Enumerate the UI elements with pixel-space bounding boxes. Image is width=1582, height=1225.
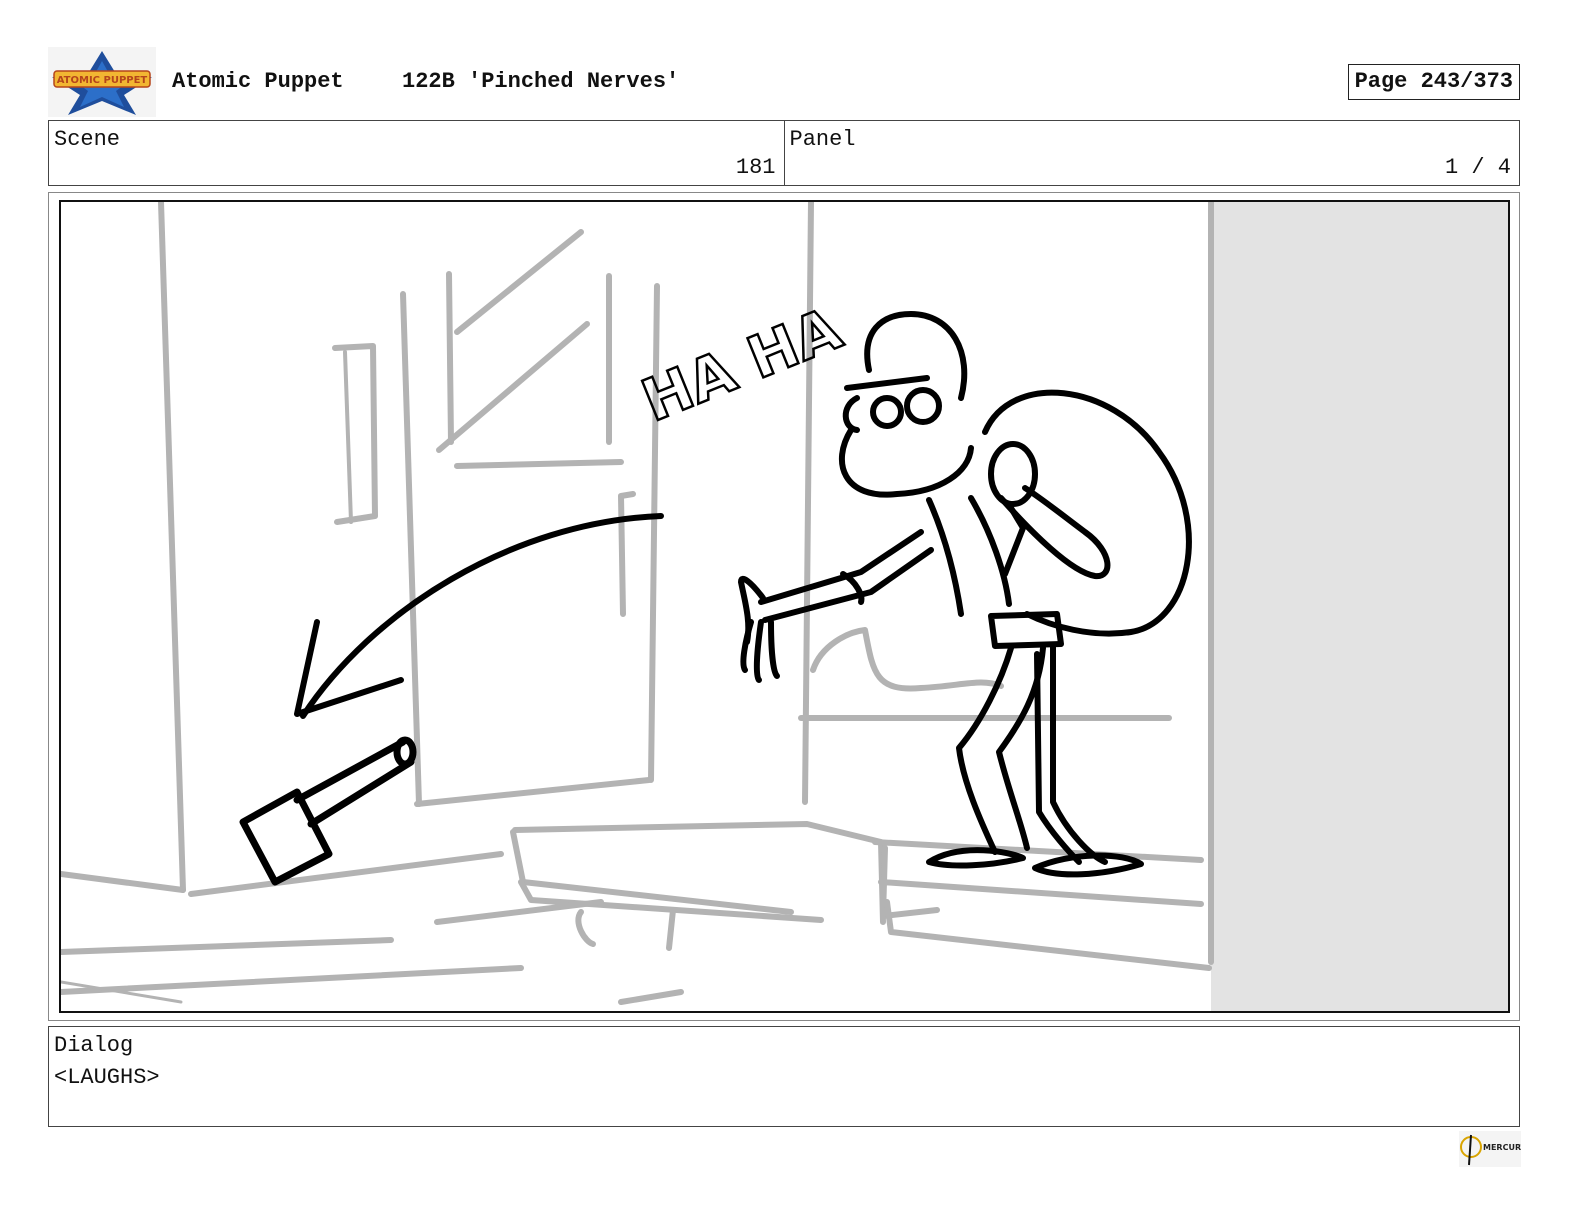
svg-text:MERCURY: MERCURY [1483,1143,1521,1152]
panel-cell: Panel 1 / 4 [783,121,1520,185]
storyboard-drawing: HA HA [59,200,1510,1013]
page-number: Page 243/373 [1347,64,1520,100]
dialog-text: <LAUGHS> [54,1065,160,1090]
sound-effect-text: HA HA [633,294,851,435]
show-logo: ATOMIC PUPPET [48,47,156,117]
dialog-box: Dialog <LAUGHS> [48,1026,1520,1127]
scene-cell: Scene 181 [49,121,784,185]
panel-label: Panel [789,127,856,152]
scene-panel-info: Scene 181 Panel 1 / 4 [48,120,1520,186]
scene-number: 181 [735,155,776,180]
show-title: Atomic Puppet [172,69,344,94]
dropped-tool [239,736,417,886]
background-sketch [61,202,1214,1005]
panel-number: 1 / 4 [1444,155,1511,180]
offscreen-area [1211,202,1508,1011]
episode-title: 122B 'Pinched Nerves' [402,69,680,94]
dialog-label: Dialog [54,1033,134,1058]
studio-badge: MERCURY [1459,1131,1527,1167]
scene-label: Scene [54,127,121,152]
motion-arrow [294,513,664,719]
svg-text:ATOMIC PUPPET: ATOMIC PUPPET [57,75,148,86]
